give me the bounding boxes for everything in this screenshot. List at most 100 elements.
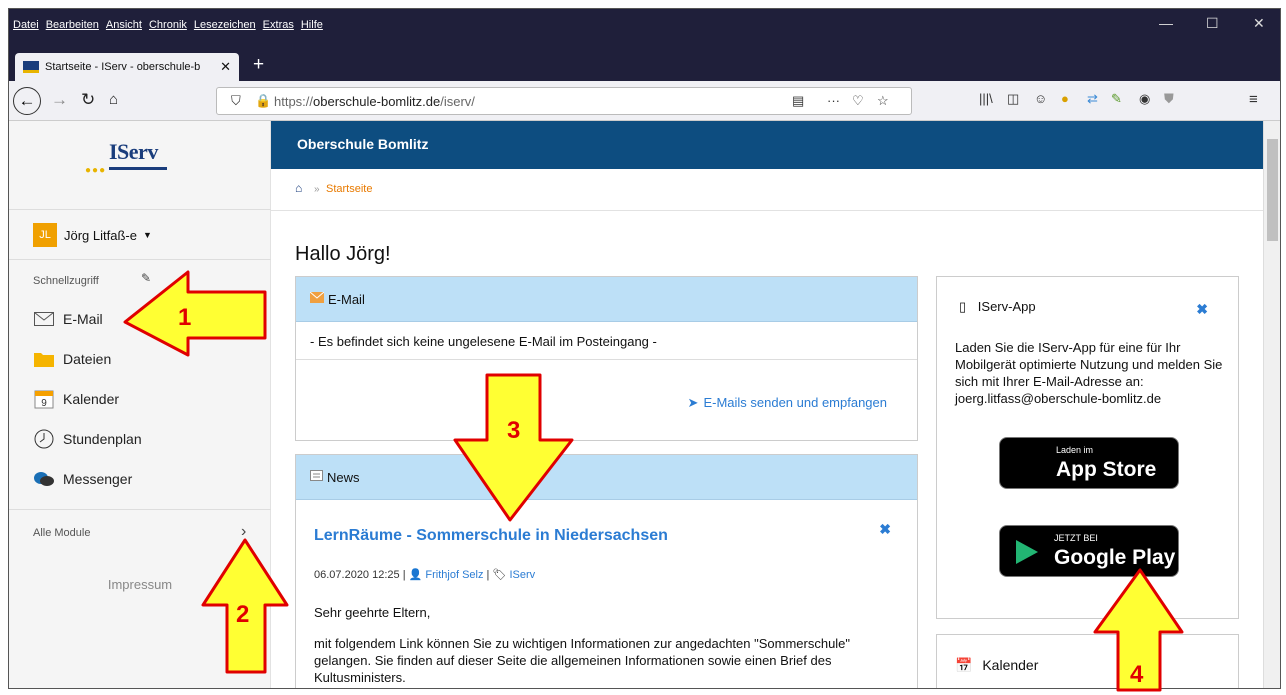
greeting: Hallo Jörg! [295,243,391,265]
sidebar-item-messenger[interactable]: Messenger [33,469,132,489]
reader-view-icon[interactable]: ▤ [792,93,804,109]
breadcrumb-separator: » [314,184,320,195]
page-scrollbar[interactable] [1263,121,1280,688]
navigation-toolbar: ← → ↻ ⌂ ⛉ 🔒 https://oberschule-bomlitz.d… [9,81,1280,121]
menu-lesezeichen[interactable]: Lesezeichen [194,19,256,31]
sidebar-item-kalender[interactable]: 9 Kalender [33,389,119,409]
quick-access-label: Schnellzugriff [33,275,99,287]
news-headline[interactable]: LernRäume - Sommerschule in Niedersachse… [314,527,668,545]
menu-chronik[interactable]: Chronik [149,19,187,31]
breadcrumb: ⌂ » Startseite [271,169,1265,211]
iserv-logo[interactable]: ●●● IServ [81,139,211,179]
close-icon[interactable]: ✖ [879,521,891,538]
menu-hilfe[interactable]: Hilfe [301,19,323,31]
page-header: Oberschule Bomlitz [271,121,1265,169]
web-page: ●●● IServ JL Jörg Litfaß-e ▼ Schnellzugr… [9,121,1265,688]
app-panel-head: ▯ IServ-App [959,299,1036,314]
app-panel: ▯ IServ-App ✖ Laden Sie die IServ-App fü… [936,276,1239,619]
news-icon [310,470,323,484]
page-actions-icon[interactable]: ··· [827,93,840,108]
home-icon[interactable]: ⌂ [295,181,302,195]
extension-chart-icon[interactable]: ✎ [1111,91,1122,107]
user-menu[interactable]: JL Jörg Litfaß-e ▼ [33,223,152,247]
email-send-receive-link[interactable]: ➤ E-Mails senden und empfangen [688,395,887,411]
close-icon[interactable]: ✖ [1196,301,1208,318]
menu-datei[interactable]: Datei [13,19,39,31]
window-close-button[interactable]: ✕ [1253,15,1265,32]
sidebar-item-stundenplan[interactable]: Stundenplan [33,429,142,449]
email-panel: E-Mail - Es befindet sich keine ungelese… [295,276,918,441]
tab-startseite[interactable]: Startseite - IServ - oberschule-b ✕ [15,53,239,81]
calendar-icon: 📅 [955,657,973,673]
news-meta: 06.07.2020 12:25 | 👤 Frithjof Selz | 🏷 I… [314,569,536,581]
mobile-phone-icon: ▯ [959,299,967,314]
tab-strip: Startseite - IServ - oberschule-b ✕ + [9,49,1280,81]
news-body: mit folgendem Link können Sie zu wichtig… [314,636,851,685]
caret-down-icon: ▼ [142,230,152,240]
calendar-icon: 9 [33,389,55,409]
sidebar-item-email[interactable]: E-Mail [33,309,103,329]
news-panel: News LernRäume - Sommerschule in Nieders… [295,454,918,688]
maximize-button[interactable]: ☐ [1206,15,1219,32]
menu-bar: Datei Bearbeiten Ansicht Chronik Lesezei… [9,9,1280,49]
scrollbar-thumb[interactable] [1267,139,1278,241]
tab-close-icon[interactable]: ✕ [220,59,231,75]
chat-icon [33,469,55,489]
minimize-button[interactable]: — [1159,15,1173,31]
calendar-panel: 📅 Kalender [936,634,1239,688]
app-store-badge[interactable]: Laden im App Store [999,437,1179,489]
folder-icon [33,349,55,369]
forward-button[interactable]: → [51,90,68,110]
url-bar[interactable]: ⛉ 🔒 https://oberschule-bomlitz.de/iserv/… [216,87,912,115]
sidebar: ●●● IServ JL Jörg Litfaß-e ▼ Schnellzugr… [9,121,271,688]
hamburger-menu-icon[interactable]: ≡ [1249,91,1258,108]
redaction-box [582,227,675,263]
sidebar-toggle-icon[interactable]: ◫ [1007,91,1019,107]
back-button[interactable]: ← [13,87,41,115]
envelope-icon [309,291,325,306]
shield-icon[interactable]: ⛉ [231,93,241,109]
url-text[interactable]: https://oberschule-bomlitz.de/iserv/ [274,94,475,109]
app-description: Laden Sie die IServ-App für eine für Ihr… [955,340,1223,406]
avatar: JL [33,223,57,247]
extension-icon[interactable]: ● [1061,91,1069,106]
new-tab-button[interactable]: + [253,54,264,76]
account-icon[interactable]: ☺ [1034,91,1047,106]
google-play-badge[interactable]: JETZT BEI Google Play [999,525,1179,577]
iserv-favicon-icon [23,61,39,73]
browser-window: Datei Bearbeiten Ansicht Chronik Lesezei… [8,8,1281,689]
extension-circle-icon[interactable]: ◉ [1139,91,1150,107]
extension-shield-icon[interactable]: ⛊ [1164,91,1174,107]
sidebar-item-dateien[interactable]: Dateien [33,349,111,369]
lock-icon[interactable]: 🔒 [255,93,271,109]
reload-button[interactable]: ↻ [81,90,95,110]
send-icon: ➤ [687,395,699,410]
tag-icon: 🏷 [492,569,507,581]
user-name: Jörg Litfaß-e [64,227,137,243]
menu-bearbeiten[interactable]: Bearbeiten [46,19,99,31]
pencil-icon[interactable]: ✎ [141,271,151,285]
news-tag-link[interactable]: IServ [509,569,535,581]
news-author-link[interactable]: Frithjof Selz [425,569,483,581]
bookmark-star-icon[interactable]: ☆ [877,93,889,109]
translate-icon[interactable]: ⇄ [1087,91,1098,107]
tab-title: Startseite - IServ - oberschule-b [45,61,201,73]
chevron-right-icon[interactable]: › [241,523,246,541]
arrow-left-icon: ← [18,91,36,110]
google-play-icon [1016,540,1038,564]
pocket-icon[interactable]: ♡ [852,93,864,109]
email-empty-message: - Es befindet sich keine ungelesene E-Ma… [296,322,917,360]
svg-text:9: 9 [41,398,47,409]
all-modules-link[interactable]: Alle Module [33,527,90,539]
clock-icon [33,429,55,449]
impressum-link[interactable]: Impressum [9,577,271,592]
home-button[interactable]: ⌂ [109,91,118,108]
news-panel-title: News [327,469,360,485]
menu-ansicht[interactable]: Ansicht [106,19,142,31]
user-icon: 👤 [408,569,423,581]
breadcrumb-current[interactable]: Startseite [326,183,372,195]
library-icon[interactable]: |||\ [979,91,993,106]
school-title: Oberschule Bomlitz [297,136,429,152]
menu-extras[interactable]: Extras [263,19,294,31]
news-salutation: Sehr geehrte Eltern, [314,605,431,620]
